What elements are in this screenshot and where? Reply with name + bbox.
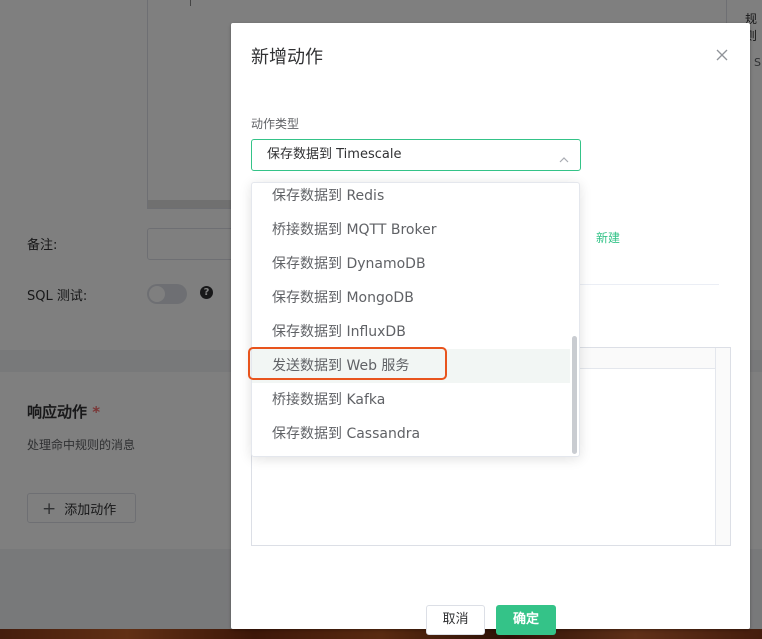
dropdown-option-mongodb[interactable]: 保存数据到 MongoDB [252, 281, 570, 315]
dropdown-option-mqtt-broker[interactable]: 桥接数据到 MQTT Broker [252, 213, 570, 247]
confirm-button[interactable]: 确定 [496, 605, 556, 635]
action-type-value: 保存数据到 Timescale [267, 147, 402, 162]
dropdown-scrollbar[interactable] [572, 336, 577, 454]
dropdown-option-kafka[interactable]: 桥接数据到 Kafka [252, 383, 570, 417]
divider [580, 284, 719, 285]
dropdown-option-dynamodb[interactable]: 保存数据到 DynamoDB [252, 247, 570, 281]
dropdown-option-redis[interactable]: 保存数据到 Redis [252, 183, 570, 213]
highlight-annotation [248, 347, 447, 380]
dropdown-option-cassandra[interactable]: 保存数据到 Cassandra [252, 417, 570, 451]
action-type-dropdown: 保存数据到 Redis 桥接数据到 MQTT Broker 保存数据到 Dyna… [251, 182, 580, 457]
action-type-label: 动作类型 [251, 117, 300, 131]
editor-vertical-scrollbar[interactable] [715, 348, 730, 545]
dropdown-option-influxdb[interactable]: 保存数据到 InfluxDB [252, 315, 570, 349]
close-icon[interactable] [715, 47, 729, 61]
dialog-title: 新增动作 [251, 47, 323, 68]
action-type-select[interactable]: 保存数据到 Timescale [251, 139, 581, 171]
cancel-button[interactable]: 取消 [426, 605, 485, 635]
new-resource-link[interactable]: 新建 [596, 229, 620, 246]
chevron-up-icon [559, 150, 569, 163]
